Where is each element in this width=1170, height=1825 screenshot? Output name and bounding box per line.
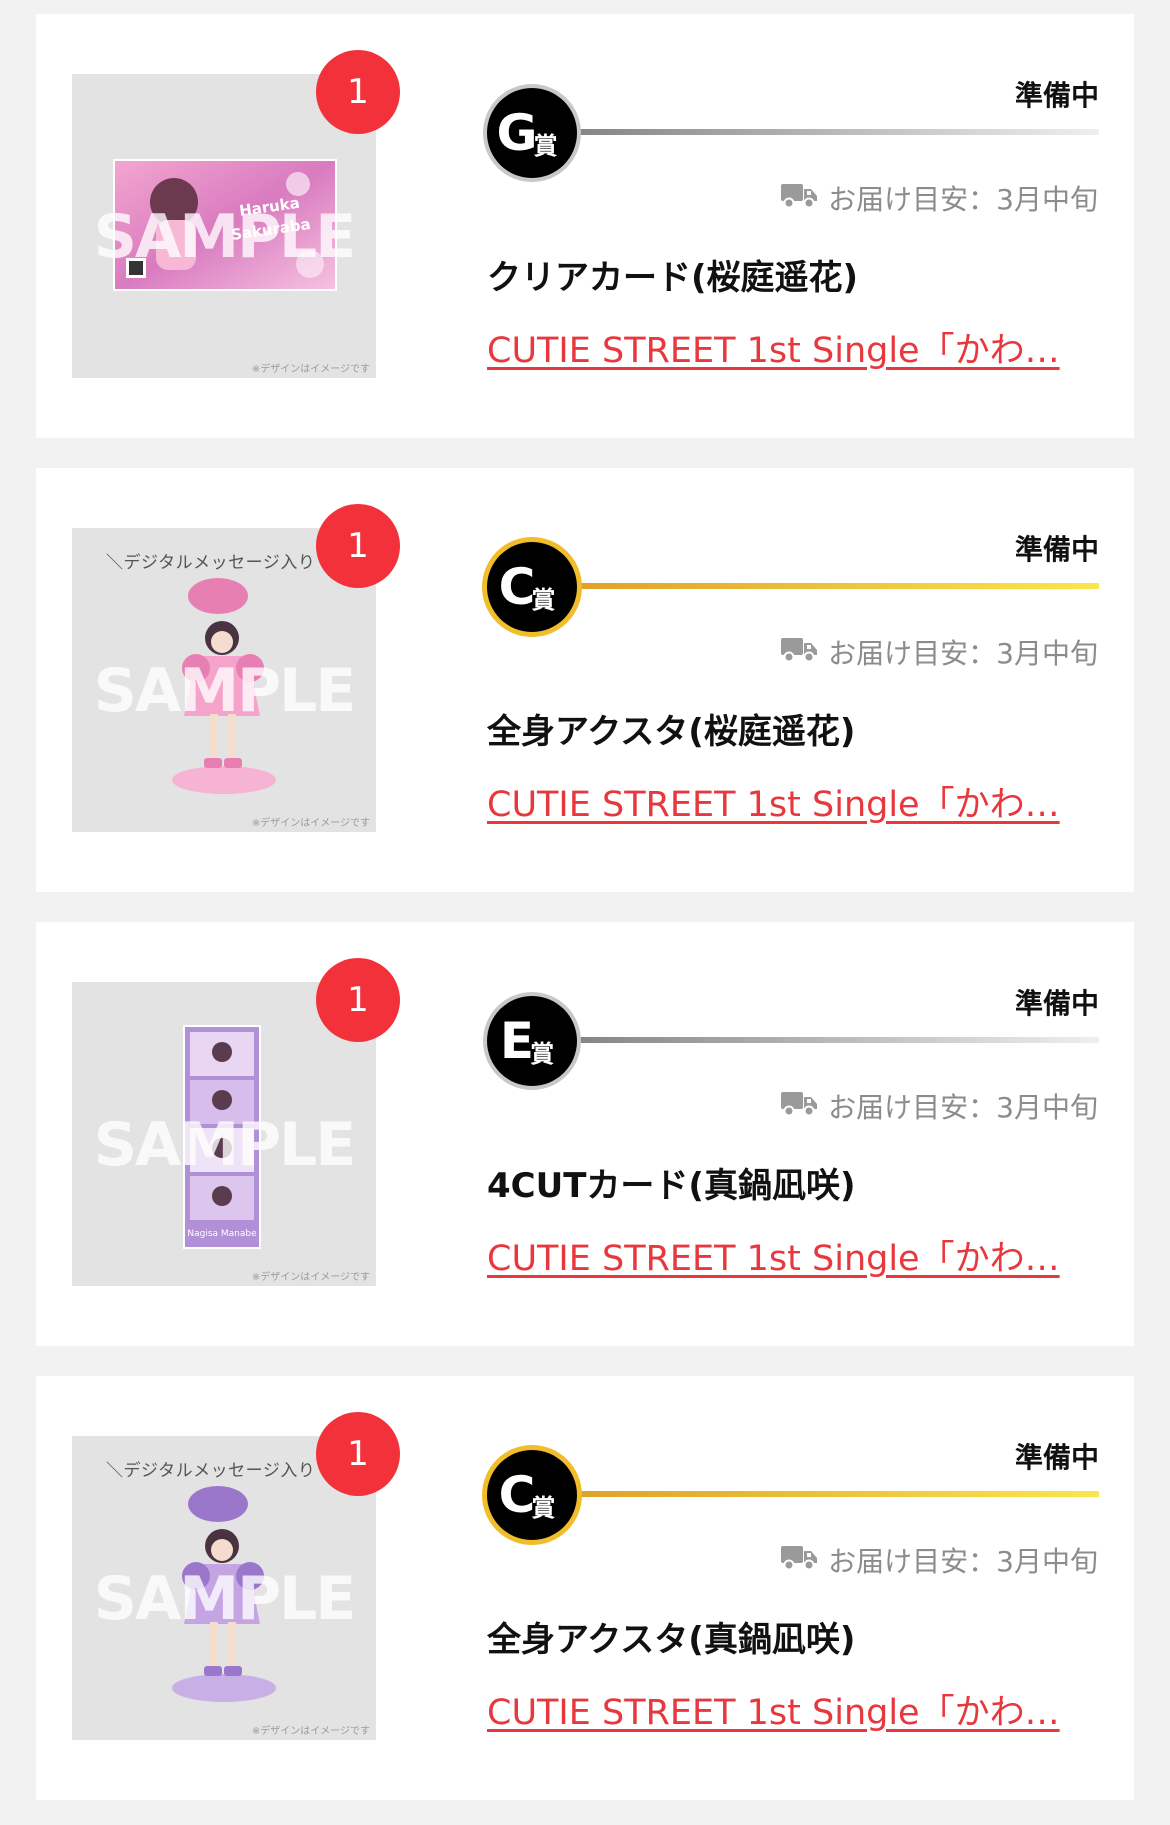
image-note: ※デザインはイメージです bbox=[251, 1726, 370, 1737]
image-caption: ＼デジタルメッセージ入り bbox=[106, 1461, 316, 1481]
rank-letter: G bbox=[496, 104, 538, 162]
image-caption: ＼デジタルメッセージ入り bbox=[106, 553, 316, 573]
quantity-badge: 1 bbox=[316, 504, 400, 588]
rank-badge: E 賞 bbox=[487, 996, 577, 1086]
delivery-text: お届け目安：3月中旬 bbox=[828, 1091, 1098, 1124]
quantity-badge: 1 bbox=[316, 50, 400, 134]
series-link[interactable]: CUTIE STREET 1st Single「かわ… bbox=[487, 1230, 1127, 1281]
rank-header: G 賞 準備中 bbox=[487, 74, 1099, 178]
truck-icon bbox=[780, 1543, 818, 1578]
prize-card[interactable]: ＼デジタルメッセージ入り SAMPLE ※デザインはイメージです 1 C 賞 準… bbox=[36, 1376, 1134, 1800]
rank-badge: C 賞 bbox=[487, 542, 577, 632]
delivery-text: お届け目安：3月中旬 bbox=[828, 183, 1098, 216]
rank-letter: C bbox=[498, 558, 536, 616]
prize-list: Haruka Sakuraba SAMPLE ※デザインはイメージです 1 G … bbox=[0, 0, 1170, 1825]
quantity-badge: 1 bbox=[316, 958, 400, 1042]
delivery-estimate: お届け目安：3月中旬 bbox=[780, 632, 1098, 672]
delivery-estimate: お届け目安：3月中旬 bbox=[780, 1540, 1098, 1580]
rank-header: C 賞 準備中 bbox=[487, 1436, 1099, 1540]
product-name: 全身アクスタ(桜庭遥花) bbox=[487, 712, 856, 752]
series-link[interactable]: CUTIE STREET 1st Single「かわ… bbox=[487, 322, 1127, 373]
rank-header: E 賞 準備中 bbox=[487, 982, 1099, 1086]
status-label: 準備中 bbox=[1014, 79, 1099, 112]
rank-line bbox=[547, 583, 1099, 589]
rank-suffix: 賞 bbox=[531, 585, 556, 614]
prize-card[interactable]: Nagisa Manabe SAMPLE ※デザインはイメージです 1 E 賞 … bbox=[36, 922, 1134, 1346]
series-link[interactable]: CUTIE STREET 1st Single「かわ… bbox=[487, 776, 1127, 827]
sample-watermark: SAMPLE bbox=[93, 1110, 357, 1180]
sample-watermark: SAMPLE bbox=[93, 202, 357, 272]
image-note: ※デザインはイメージです bbox=[251, 818, 370, 829]
delivery-estimate: お届け目安：3月中旬 bbox=[780, 178, 1098, 218]
rank-header: C 賞 準備中 bbox=[487, 528, 1099, 632]
prize-card[interactable]: Haruka Sakuraba SAMPLE ※デザインはイメージです 1 G … bbox=[36, 14, 1134, 438]
prize-card[interactable]: ＼デジタルメッセージ入り SAMPLE ※デザインはイメージです 1 C 賞 準… bbox=[36, 468, 1134, 892]
rank-letter: C bbox=[498, 1466, 536, 1524]
rank-suffix: 賞 bbox=[531, 1493, 556, 1522]
rank-line bbox=[547, 129, 1099, 135]
product-name: クリアカード(桜庭遥花) bbox=[487, 258, 859, 298]
rank-letter: E bbox=[499, 1012, 535, 1070]
sample-watermark: SAMPLE bbox=[93, 656, 357, 726]
image-note: ※デザインはイメージです bbox=[251, 364, 370, 375]
product-name: 全身アクスタ(真鍋凪咲) bbox=[487, 1620, 856, 1660]
delivery-text: お届け目安：3月中旬 bbox=[828, 1545, 1098, 1578]
rank-suffix: 賞 bbox=[530, 1039, 555, 1068]
quantity-badge: 1 bbox=[316, 1412, 400, 1496]
rank-line bbox=[547, 1491, 1099, 1497]
image-note: ※デザインはイメージです bbox=[251, 1272, 370, 1283]
rank-badge: C 賞 bbox=[487, 1450, 577, 1540]
status-label: 準備中 bbox=[1014, 1441, 1099, 1474]
status-label: 準備中 bbox=[1014, 987, 1099, 1020]
product-name: 4CUTカード(真鍋凪咲) bbox=[487, 1166, 856, 1206]
sample-watermark: SAMPLE bbox=[93, 1564, 357, 1634]
status-label: 準備中 bbox=[1014, 533, 1099, 566]
rank-line bbox=[547, 1037, 1099, 1043]
delivery-text: お届け目安：3月中旬 bbox=[828, 637, 1098, 670]
truck-icon bbox=[780, 635, 818, 670]
rank-badge: G 賞 bbox=[487, 88, 577, 178]
truck-icon bbox=[780, 1089, 818, 1124]
fourcut-name: Nagisa Manabe bbox=[187, 1229, 257, 1239]
truck-icon bbox=[780, 181, 818, 216]
rank-suffix: 賞 bbox=[533, 131, 558, 160]
series-link[interactable]: CUTIE STREET 1st Single「かわ… bbox=[487, 1684, 1127, 1735]
delivery-estimate: お届け目安：3月中旬 bbox=[780, 1086, 1098, 1126]
